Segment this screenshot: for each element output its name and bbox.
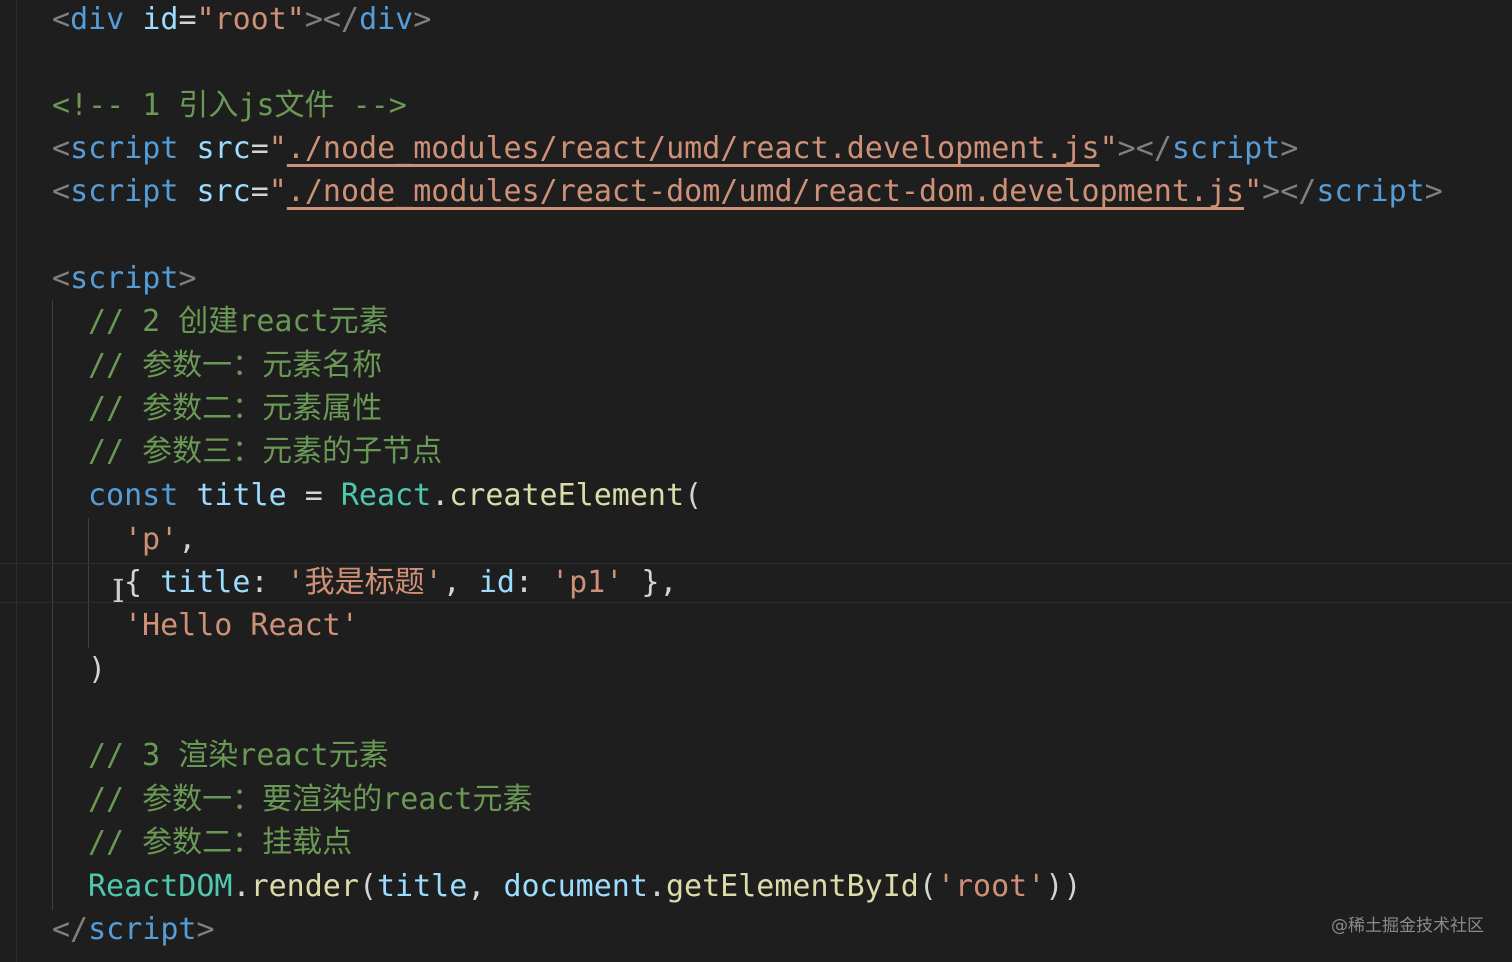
token: ) bbox=[88, 652, 107, 687]
code-line-arg-children[interactable]: 'Hello React' bbox=[0, 604, 359, 647]
token: ></ bbox=[1117, 131, 1172, 166]
code-line-arg-props[interactable]: { title: '我是标题', id: 'p1' }, bbox=[0, 561, 678, 604]
code-line-comment[interactable]: // 2 创建react元素 bbox=[0, 300, 389, 343]
token: ( bbox=[358, 869, 377, 904]
token: . bbox=[232, 869, 251, 904]
token-string: " bbox=[1244, 174, 1263, 209]
token-string: " bbox=[268, 131, 287, 166]
token-property: id bbox=[478, 565, 515, 600]
token-comment: <!-- 1 引入js文件 --> bbox=[52, 88, 407, 123]
token: > bbox=[413, 2, 432, 37]
token: . bbox=[647, 869, 666, 904]
token-comment: // 参数三：元素的子节点 bbox=[88, 434, 443, 469]
token-tag: script bbox=[70, 131, 179, 166]
token: > bbox=[196, 912, 215, 947]
token-function: createElement bbox=[449, 478, 685, 513]
token: }, bbox=[623, 565, 678, 600]
token: ></ bbox=[304, 2, 360, 37]
token: . bbox=[431, 478, 450, 513]
code-line-script-close[interactable]: </script> bbox=[0, 908, 215, 951]
token-comment: // 3 渲染react元素 bbox=[88, 738, 389, 773]
code-editor[interactable]: <div id="root"></div> <!-- 1 引入js文件 --> … bbox=[0, 0, 1512, 962]
token: ( bbox=[684, 478, 703, 513]
token-comment: // 参数一：要渲染的react元素 bbox=[88, 782, 533, 817]
token: , bbox=[178, 522, 197, 557]
code-line-close-paren[interactable]: ) bbox=[0, 648, 106, 691]
token-variable: title bbox=[196, 478, 287, 513]
token: = bbox=[250, 174, 269, 209]
token-string: '我是标题' bbox=[286, 565, 443, 600]
text-cursor-icon: I bbox=[112, 572, 125, 610]
code-line-arg-tag[interactable]: 'p', bbox=[0, 518, 196, 561]
token: > bbox=[178, 261, 197, 296]
token-keyword: const bbox=[88, 478, 179, 513]
token-comment: // 参数一：元素名称 bbox=[88, 348, 383, 383]
code-line-comment[interactable]: // 参数三：元素的子节点 bbox=[0, 430, 442, 473]
token-string: 'root' bbox=[936, 869, 1046, 904]
token: > bbox=[1424, 174, 1443, 209]
token: : bbox=[250, 565, 287, 600]
token-tag: script bbox=[70, 174, 179, 209]
token: < bbox=[52, 174, 71, 209]
script-src-link[interactable]: ./node_modules/react/umd/react.developme… bbox=[287, 131, 1100, 166]
token-comment: // 2 创建react元素 bbox=[88, 304, 389, 339]
token-tag: div bbox=[359, 2, 414, 37]
script-src-link[interactable]: ./node_modules/react-dom/umd/react-dom.d… bbox=[287, 174, 1244, 209]
token: </ bbox=[52, 912, 89, 947]
token: , bbox=[467, 869, 504, 904]
token: = bbox=[286, 478, 341, 513]
token: = bbox=[250, 131, 269, 166]
token-string: 'Hello React' bbox=[124, 608, 359, 643]
token-class: ReactDOM bbox=[88, 869, 233, 904]
token-class: React bbox=[340, 478, 432, 513]
token-variable: title bbox=[377, 869, 468, 904]
token: < bbox=[52, 2, 71, 37]
code-line-create-element[interactable]: const title = React.createElement( bbox=[0, 474, 702, 517]
token: < bbox=[52, 261, 71, 296]
code-line-comment[interactable]: // 参数二：挂载点 bbox=[0, 821, 352, 864]
token-string: "root" bbox=[196, 2, 305, 37]
code-line-script-react-dom[interactable]: <script src="./node_modules/react-dom/um… bbox=[0, 170, 1443, 213]
code-line-render[interactable]: ReactDOM.render(title, document.getEleme… bbox=[0, 865, 1081, 908]
token-attr: id bbox=[142, 2, 179, 37]
token: : bbox=[514, 565, 552, 600]
token: ( bbox=[918, 869, 937, 904]
token-tag: script bbox=[88, 912, 197, 947]
token: > bbox=[1280, 131, 1299, 166]
token-tag: div bbox=[70, 2, 125, 37]
token-property: title bbox=[160, 565, 251, 600]
token: { bbox=[124, 565, 161, 600]
token-attr: src bbox=[196, 174, 251, 209]
code-line-comment[interactable]: // 参数二：元素属性 bbox=[0, 387, 382, 430]
token: < bbox=[52, 131, 71, 166]
token-comment: // 参数二：元素属性 bbox=[88, 391, 383, 426]
code-line-script-open[interactable]: <script> bbox=[0, 257, 197, 300]
token-string: " bbox=[1099, 131, 1118, 166]
token-string: 'p' bbox=[124, 522, 179, 557]
code-line-comment[interactable]: // 参数一：要渲染的react元素 bbox=[0, 778, 533, 821]
token-variable: document bbox=[503, 869, 648, 904]
code-line-comment[interactable]: <!-- 1 引入js文件 --> bbox=[0, 84, 407, 127]
token: , bbox=[442, 565, 479, 600]
watermark: @稀土掘金技术社区 bbox=[1331, 916, 1484, 936]
token-string: 'p1' bbox=[551, 565, 624, 600]
token-function: render bbox=[250, 869, 359, 904]
token-function: getElementById bbox=[666, 869, 919, 904]
token-attr: src bbox=[196, 131, 251, 166]
code-line-comment[interactable]: // 参数一：元素名称 bbox=[0, 344, 382, 387]
token-tag: script bbox=[70, 261, 179, 296]
code-line-script-react[interactable]: <script src="./node_modules/react/umd/re… bbox=[0, 127, 1298, 170]
token-tag: script bbox=[1171, 131, 1281, 166]
token: ></ bbox=[1262, 174, 1317, 209]
token: )) bbox=[1045, 869, 1082, 904]
token-comment: // 参数二：挂载点 bbox=[88, 825, 353, 860]
token-tag: script bbox=[1316, 174, 1425, 209]
token: = bbox=[178, 2, 197, 37]
code-line-div-root[interactable]: <div id="root"></div> bbox=[0, 0, 431, 41]
token-string: " bbox=[268, 174, 287, 209]
code-line-comment[interactable]: // 3 渲染react元素 bbox=[0, 734, 389, 777]
